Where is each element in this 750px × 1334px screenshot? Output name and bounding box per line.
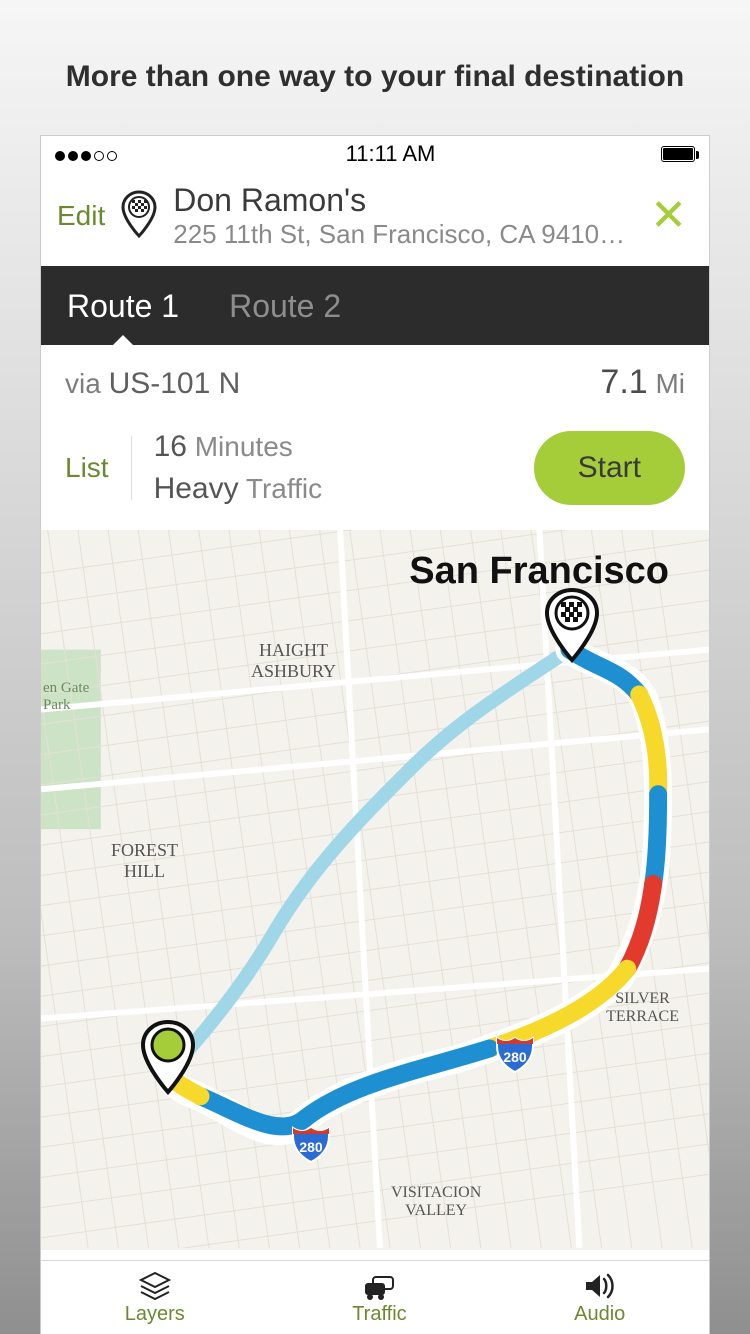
status-bar: 11:11 AM <box>41 136 709 172</box>
start-button[interactable]: Start <box>534 431 685 505</box>
tab-route-2[interactable]: Route 2 <box>229 288 341 325</box>
map-area-haight: HAIGHT ASHBURY <box>251 640 336 682</box>
destination-address: 225 11th St, San Francisco, CA 9410… <box>173 219 630 250</box>
destination-name: Don Ramon's <box>173 182 630 219</box>
route-distance: 7.1 Mi <box>600 363 685 402</box>
map-area-forest-hill: FOREST HILL <box>111 840 178 882</box>
route-summary: via US-101 N 7.1 Mi List 16 Minutes Heav… <box>41 345 709 530</box>
promo-headline: More than one way to your final destinat… <box>0 0 750 134</box>
signal-dots-icon <box>55 141 120 167</box>
traffic-button[interactable]: Traffic <box>352 1271 406 1326</box>
route-via: via US-101 N <box>65 367 240 401</box>
highway-shield-icon: 280 <box>493 1030 537 1074</box>
list-button[interactable]: List <box>65 452 109 484</box>
layers-label: Layers <box>125 1303 185 1326</box>
map-streets <box>41 530 709 1248</box>
map-area-visitacion: VISITACION VALLEY <box>391 1184 481 1220</box>
audio-icon <box>582 1271 618 1301</box>
edit-button[interactable]: Edit <box>57 200 105 232</box>
route-meta: 16 Minutes Heavy Traffic <box>154 426 512 510</box>
layers-button[interactable]: Layers <box>125 1271 185 1326</box>
svg-text:280: 280 <box>299 1139 323 1155</box>
highway-shield-icon: 280 <box>289 1120 333 1164</box>
traffic-icon <box>361 1271 397 1301</box>
phone-screen: 11:11 AM Edit Don Ramon's 225 11th St, S… <box>40 135 710 1334</box>
traffic-label: Traffic <box>352 1303 406 1326</box>
close-button[interactable]: ✕ <box>644 194 693 238</box>
svg-text:280: 280 <box>503 1049 527 1065</box>
audio-button[interactable]: Audio <box>574 1271 625 1326</box>
map-city-label: San Francisco <box>409 550 669 593</box>
status-time: 11:11 AM <box>346 141 436 167</box>
destination-header: Edit Don Ramon's 225 11th St, San Franci… <box>41 172 709 266</box>
bottom-toolbar: Layers Traffic Audio <box>41 1260 709 1334</box>
map-park-label: en Gate Park <box>43 680 89 714</box>
destination-pin-icon <box>119 190 159 243</box>
layers-icon <box>137 1271 173 1301</box>
tab-route-1[interactable]: Route 1 <box>67 288 179 325</box>
map-view[interactable]: San Francisco HAIGHT ASHBURY FOREST HILL… <box>41 530 709 1250</box>
battery-icon <box>661 146 695 162</box>
map-area-silver-terrace: SILVER TERRACE <box>606 990 679 1026</box>
audio-label: Audio <box>574 1303 625 1326</box>
route-tabs: Route 1 Route 2 <box>41 266 709 345</box>
divider <box>131 436 132 500</box>
